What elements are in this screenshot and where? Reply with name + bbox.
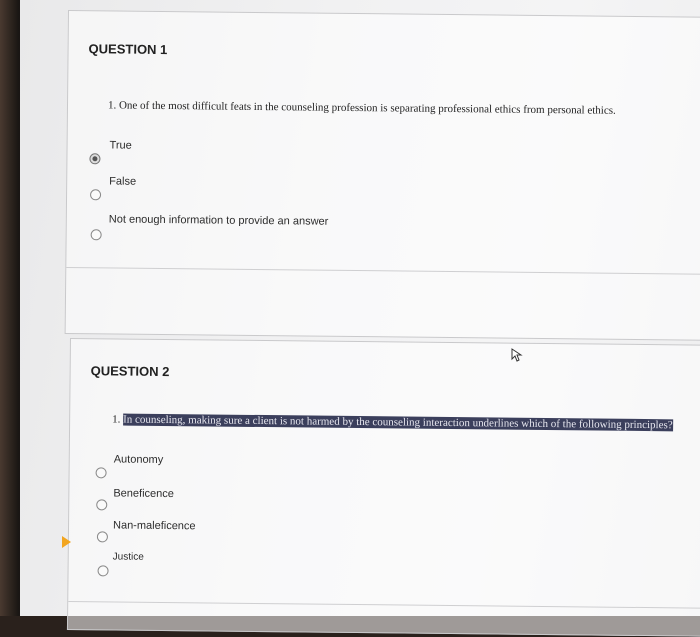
question-2-panel: QUESTION 2 1. In counseling, making sure… <box>66 338 700 637</box>
option-autonomy-radio[interactable] <box>95 467 107 479</box>
question-1-panel: QUESTION 1 1. One of the most difficult … <box>64 10 700 341</box>
option-not-enough-info-radio[interactable] <box>90 229 102 241</box>
option-justice-label: Justice <box>112 551 144 563</box>
option-false-radio[interactable] <box>90 189 102 201</box>
question-1-divider <box>66 266 700 275</box>
option-beneficence-label: Beneficence <box>113 487 174 501</box>
option-not-enough-info-label: Not enough information to provide an ans… <box>108 213 329 228</box>
question-1-text: 1. One of the most difficult feats in th… <box>107 99 616 117</box>
option-beneficence-radio[interactable] <box>96 499 108 511</box>
question-2-text: 1. In counseling, making sure a client i… <box>112 413 673 432</box>
option-autonomy-label: Autonomy <box>113 453 164 466</box>
question-2-highlighted-text: In counseling, making sure a client is n… <box>123 413 673 432</box>
option-true-radio[interactable] <box>89 153 101 165</box>
option-non-maleficence-label: Nan-maleficence <box>112 519 196 533</box>
option-non-maleficence-radio[interactable] <box>96 531 108 543</box>
current-question-marker-icon <box>62 536 71 548</box>
option-true-label: True <box>109 139 132 152</box>
mouse-cursor-icon <box>511 348 523 362</box>
question-2-title: QUESTION 2 <box>90 363 170 380</box>
question-2-number: 1. <box>112 413 121 426</box>
option-false-label: False <box>109 175 137 188</box>
question-2-divider <box>68 600 700 609</box>
question-1-title: QUESTION 1 <box>88 41 168 58</box>
option-justice-radio[interactable] <box>97 565 109 577</box>
